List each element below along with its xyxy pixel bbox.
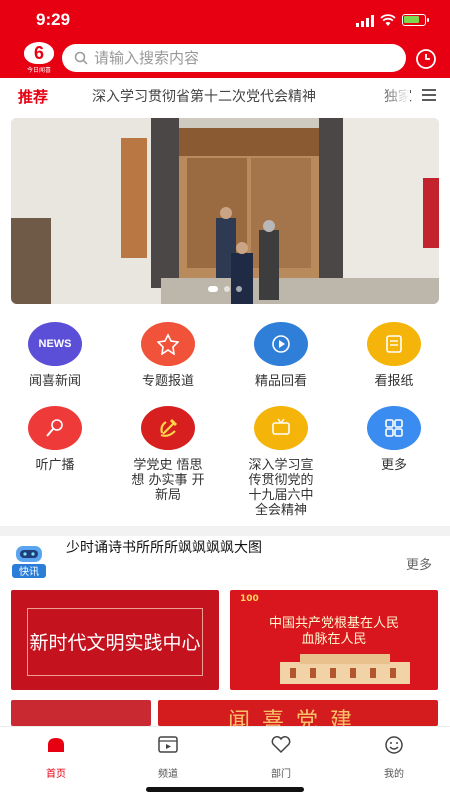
nav-label: 我的 [384,769,404,780]
app-logo[interactable]: 6 今日闻喜 [22,42,56,74]
building-illustration [280,654,410,684]
nav-channel[interactable]: 频道 [138,735,198,780]
news-icon: NEWS [28,322,82,366]
grid-label: 学党史 悟思想 办实事 开新局 [131,458,205,503]
search-icon [74,51,88,65]
news-card-party-building[interactable]: 闻喜党建 [158,700,438,726]
wifi-icon [380,14,396,26]
tv-icon [254,406,308,450]
signal-icon [356,15,374,27]
quick-news-badge-text: 快讯 [19,566,39,578]
grid-label: 听广播 [35,458,75,473]
quick-news-robot-icon: 快讯 [12,546,46,578]
banner-carousel[interactable] [11,118,439,304]
logo-mark: 6 [24,42,54,64]
grid-item-more[interactable]: 更多 [339,406,449,473]
grid-label: 专题报道 [141,374,194,389]
channel-icon [158,736,178,753]
search-bar[interactable] [62,44,406,72]
section-divider [0,526,450,536]
app-screen: 9:29 6 今日闻喜 推荐 深入学习贯彻省第十二次党代会精神 独家 [0,0,450,800]
grid-label: 精品回看 [254,374,307,389]
heart-icon [271,736,291,754]
search-input[interactable] [94,49,374,67]
history-clock-icon[interactable] [415,48,437,70]
menu-icon[interactable] [422,88,436,102]
tab-recommend[interactable]: 推荐 [18,86,48,107]
status-bar: 9:29 [0,0,450,40]
tab-party-congress[interactable]: 深入学习贯彻省第十二次党代会精神 [92,86,316,106]
banner-image [11,118,439,304]
quick-news-more-link[interactable]: 更多 [406,554,432,573]
nav-home[interactable]: 首页 [26,735,86,780]
tab-fade [380,78,410,114]
grid-more-icon [367,406,421,450]
category-tabs: 推荐 深入学习贯彻省第十二次党代会精神 独家 [0,78,450,114]
nav-label: 首页 [46,769,66,780]
star-badge-icon [141,322,195,366]
party-emblem-icon [141,406,195,450]
grid-item-plenary-study[interactable]: 深入学习宣传贯彻党的十九届六中全会精神 [226,406,336,518]
home-indicator[interactable] [146,787,304,792]
home-icon [48,738,64,752]
grid-label: 更多 [380,458,407,473]
grid-item-news[interactable]: NEWS 闻喜新闻 [0,322,110,389]
smiley-icon [385,736,403,754]
news-card-party-root[interactable]: 100 中国共产党根基在人民 血脉在人民 [230,590,438,690]
card-title: 闻喜党建 [228,709,365,726]
grid-item-party-history[interactable]: 学党史 悟思想 办实事 开新局 [113,406,223,503]
grid-item-radio[interactable]: 听广播 [0,406,110,473]
nav-mine[interactable]: 我的 [364,735,424,780]
quick-news-text[interactable]: 少时诵诗书所所所飒飒飒飒大图 [66,540,316,582]
grid-item-special-report[interactable]: 专题报道 [113,322,223,389]
grid-item-replay[interactable]: 精品回看 [226,322,336,389]
card-title: 新时代文明实践中心 [29,632,201,654]
grid-label: 看报纸 [374,374,414,389]
battery-icon [402,14,429,26]
nav-label: 部门 [271,769,291,780]
nav-department[interactable]: 部门 [251,735,311,780]
news-card-crowd[interactable] [11,700,151,726]
carousel-dot[interactable] [208,286,218,292]
carousel-dot[interactable] [224,286,230,292]
grid-label: 闻喜新闻 [28,374,81,389]
grid-label: 深入学习宣传贯彻党的十九届六中全会精神 [248,458,314,518]
grid-item-newspaper[interactable]: 看报纸 [339,322,449,389]
news-card-civilization-center[interactable]: 新时代文明实践中心 [11,590,219,690]
card-title-line2: 血脉在人民 [301,632,367,647]
centenary-logo: 100 [240,594,259,604]
carousel-dot[interactable] [236,286,242,292]
status-time: 9:29 [36,10,71,29]
nav-label: 频道 [158,769,178,780]
microphone-icon [28,406,82,450]
carousel-indicator [11,286,439,292]
replay-icon [254,322,308,366]
logo-label: 今日闻喜 [26,67,51,74]
newspaper-icon [367,322,421,366]
